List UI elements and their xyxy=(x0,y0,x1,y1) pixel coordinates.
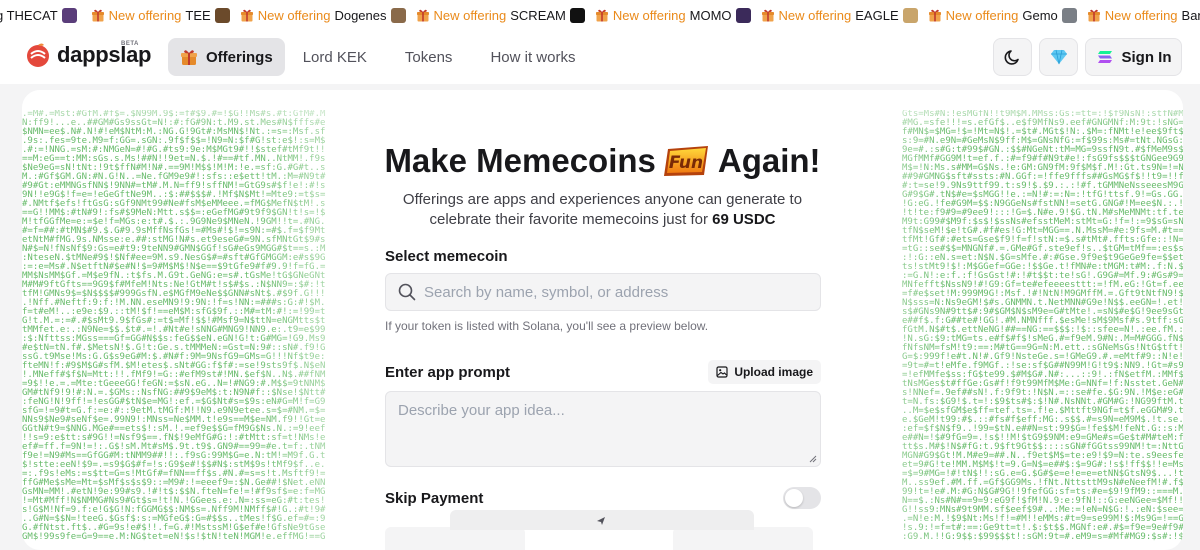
image-icon xyxy=(716,366,728,378)
moon-icon xyxy=(1004,50,1019,65)
skip-payment-label: Skip Payment xyxy=(385,489,484,507)
ticker-item[interactable]: New offering Dogenes xyxy=(240,7,406,23)
skip-payment-row: Skip Payment xyxy=(385,487,821,509)
prompt-label-row: Enter app prompt Upload image xyxy=(385,360,821,384)
theme-toggle-button[interactable] xyxy=(993,38,1032,76)
ticker-token-name: MOMO xyxy=(689,7,732,23)
action-chip-left[interactable] xyxy=(385,527,525,550)
action-chip-right[interactable] xyxy=(673,527,813,550)
top-navbar: dappslap BETA Offerings Lord KEK Tokens … xyxy=(0,30,1200,84)
gift-icon xyxy=(1087,9,1100,22)
select-memecoin-label: Select memecoin xyxy=(385,248,508,265)
memecoin-search-box[interactable] xyxy=(385,273,821,311)
diamond-icon xyxy=(1050,49,1067,65)
gift-icon xyxy=(91,9,104,22)
app-prompt-box xyxy=(385,391,821,467)
nav-item-offerings[interactable]: Offerings xyxy=(168,38,285,76)
send-icon[interactable] xyxy=(596,516,606,526)
fun-badge-icon: Fun xyxy=(663,146,708,176)
gift-icon xyxy=(595,9,608,22)
ticker-token-name: Gemo xyxy=(1022,7,1058,23)
price-text: 69 USDC xyxy=(712,211,776,228)
token-logo-icon xyxy=(1061,7,1077,23)
token-logo-icon xyxy=(735,7,751,23)
sign-in-label: Sign In xyxy=(1121,48,1172,66)
ticker-token-name: Dogenes xyxy=(334,7,387,23)
nav-label-lord-kek: Lord KEK xyxy=(302,48,367,66)
ticker-token-name: Banana xyxy=(1181,7,1200,23)
gift-icon xyxy=(416,9,429,22)
page-title: Make Memecoins Fun Again! xyxy=(384,142,820,180)
ticker-item[interactable]: New offering TEE xyxy=(91,7,230,23)
hero-section: Make Memecoins Fun Again! Offerings are … xyxy=(22,142,1183,230)
floating-share-bar xyxy=(450,510,754,530)
solana-icon xyxy=(1097,51,1112,63)
hero-subtitle: Offerings are apps and experiences anyon… xyxy=(22,190,1183,230)
nav-label-offerings: Offerings xyxy=(206,48,273,66)
upload-image-label: Upload image xyxy=(734,365,813,379)
app-prompt-label: Enter app prompt xyxy=(385,363,511,381)
nav-label-how-it-works: How it works xyxy=(490,48,576,66)
subtitle-line-1: Offerings are apps and experiences anyon… xyxy=(402,191,803,208)
memecoin-search-input[interactable] xyxy=(424,283,804,301)
nav-item-tokens[interactable]: Tokens xyxy=(393,38,465,76)
ticker-item[interactable]: New offering Gemo xyxy=(928,7,1077,23)
fun-badge-text: Fun xyxy=(669,153,703,173)
ticker-new-label: New offering xyxy=(945,7,1019,23)
card-top-fade xyxy=(22,90,1183,130)
subtitle-line-2: celebrate their favorite memecoins just … xyxy=(22,210,1183,230)
ticker-new-label: New offering xyxy=(108,7,182,23)
offering-form: Select memecoin If your token is listed … xyxy=(385,248,821,550)
subtitle-line-2-prefix: celebrate their favorite memecoins just … xyxy=(429,211,713,228)
nav-item-how-it-works[interactable]: How it works xyxy=(478,38,587,76)
ticker-item[interactable]: New offeringBanana xyxy=(1087,8,1200,23)
offering-ticker: g THECAT New offering TEE New offering Doge… xyxy=(0,0,1200,30)
title-part-2: Again! xyxy=(717,142,821,179)
ticker-token-name: EAGLE xyxy=(855,7,899,23)
ticker-track: g THECAT New offering TEE New offering Doge… xyxy=(0,0,1200,30)
brand-logo-link[interactable]: dappslap BETA xyxy=(25,41,151,68)
gift-icon xyxy=(181,50,197,65)
app-prompt-textarea[interactable] xyxy=(386,392,820,466)
gift-icon xyxy=(928,9,941,22)
title-part-1: Make Memecoins xyxy=(384,142,656,179)
nav-item-lord-kek[interactable]: Lord KEK xyxy=(291,38,379,76)
gift-icon xyxy=(761,9,774,22)
ticker-new-label: New offering xyxy=(612,7,686,23)
beta-badge: BETA xyxy=(121,41,139,47)
token-logo-icon xyxy=(569,7,585,23)
ticker-item[interactable]: New offering SCREAM xyxy=(416,7,585,23)
rewards-button[interactable] xyxy=(1039,38,1078,76)
skip-payment-toggle[interactable] xyxy=(783,487,821,509)
ticker-new-label: New offering xyxy=(1104,7,1178,23)
token-logo-icon xyxy=(902,7,918,23)
token-logo-icon xyxy=(214,7,230,23)
form-actions-row xyxy=(385,527,821,550)
ticker-token-name: TEE xyxy=(185,7,211,23)
ticker-new-label: New offering xyxy=(257,7,331,23)
main-nav: Offerings Lord KEK Tokens How it works xyxy=(168,38,593,76)
resize-grip-icon[interactable] xyxy=(808,454,817,463)
search-icon xyxy=(398,283,416,301)
upload-image-button[interactable]: Upload image xyxy=(708,360,821,384)
search-hint-text: If your token is listed with Solana, you… xyxy=(385,319,709,333)
gift-icon xyxy=(240,9,253,22)
ticker-token-name: SCREAM xyxy=(510,7,566,23)
token-logo-icon xyxy=(390,7,406,23)
thecat-logo-icon xyxy=(61,7,77,23)
sign-in-button[interactable]: Sign In xyxy=(1085,38,1182,76)
ticker-new-label: New offering xyxy=(433,7,507,23)
nav-label-tokens: Tokens xyxy=(404,48,453,66)
ticker-new-label: New offering xyxy=(778,7,852,23)
ticker-item[interactable]: New offering MOMO xyxy=(595,7,751,23)
ticker-item[interactable]: New offering EAGLE xyxy=(761,7,918,23)
create-offering-card: .=M#.=Mst:#GfM.#f$=.$N99M.9$:=f#$9.#=!$G… xyxy=(22,90,1183,550)
ticker-lead-text: g THECAT xyxy=(0,7,58,23)
toggle-knob xyxy=(785,489,803,507)
peach-logo-icon xyxy=(27,43,49,67)
